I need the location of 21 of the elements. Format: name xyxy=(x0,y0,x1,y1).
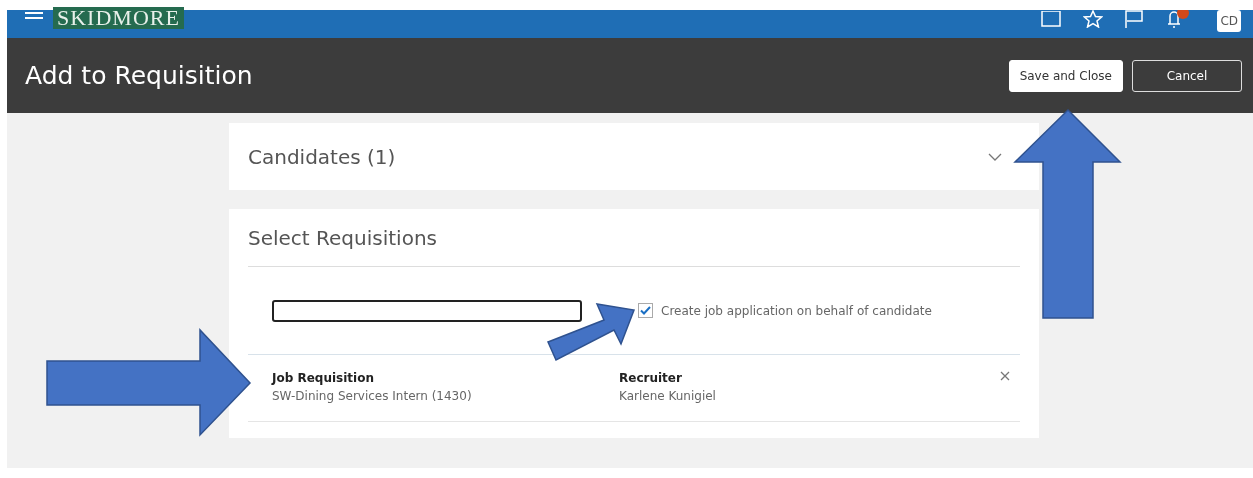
field-value: Karlene Kunigiel xyxy=(619,389,717,403)
section-title: Candidates (1) xyxy=(248,144,396,169)
home-icon[interactable] xyxy=(1041,11,1062,27)
save-button[interactable]: Save and Close xyxy=(1008,59,1123,92)
checkmark-icon xyxy=(640,306,651,315)
page-title: Add to Requisition xyxy=(25,61,254,90)
star-icon[interactable] xyxy=(1083,10,1104,28)
field-label: Job Requisition xyxy=(272,371,375,385)
checkbox-label: Create job application on behalf of candidate xyxy=(661,303,932,318)
bell-icon[interactable] xyxy=(1165,10,1190,28)
field-value: SW-Dining Services Intern (1430) xyxy=(272,389,473,403)
search-field[interactable] xyxy=(272,299,582,322)
section-title: Select Requisitions xyxy=(248,225,437,250)
user-avatar[interactable]: CD xyxy=(1217,10,1241,32)
close-icon[interactable] xyxy=(1000,371,1010,381)
cancel-button[interactable]: Cancel xyxy=(1132,59,1242,92)
checkbox[interactable] xyxy=(638,303,653,318)
chevron-icon[interactable] xyxy=(988,152,1002,161)
field-label: Recruiter xyxy=(619,371,683,385)
logo: SKIDMORE xyxy=(53,7,184,29)
flag-icon[interactable] xyxy=(1125,10,1144,28)
